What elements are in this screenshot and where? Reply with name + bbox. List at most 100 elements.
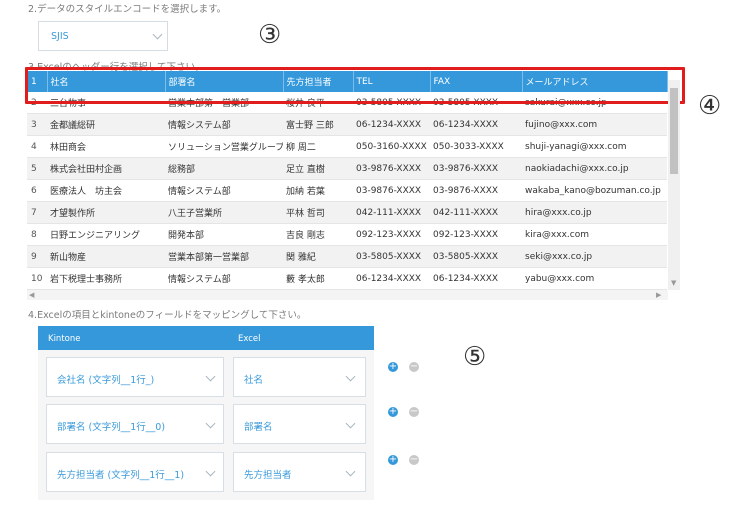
mapping-header-kintone: Kintone <box>48 334 81 344</box>
excel-field-value: 先方担当者 <box>244 470 292 481</box>
table-cell: 吉良 剛志 <box>283 223 353 246</box>
kintone-field-select[interactable]: 先方担当者 (文字列__1行__1) <box>46 452 224 492</box>
table-row[interactable]: 5 株式会社田村企画 総務部 足立 直樹 03-9876-XXXX 03-9876-XXX… <box>27 157 667 180</box>
table-cell: seki@xxx.co.jp <box>522 245 667 268</box>
row-number: 9 <box>27 245 47 268</box>
excel-preview-table: 1 社名 部署名 先方担当者 TEL FAX メールアドレス 2 三台物事 営業本部第一営業部 桜井… <box>27 71 681 303</box>
kintone-field-select[interactable]: 会社名 (文字列__1行_) <box>46 357 224 397</box>
scroll-right-arrow-icon[interactable]: ▶ <box>656 291 661 299</box>
remove-mapping-button[interactable]: − <box>409 455 419 465</box>
table-cell: 092-123-XXXX <box>430 223 522 246</box>
vertical-scrollbar-thumb[interactable] <box>670 88 678 174</box>
table-cell: fujino@xxx.com <box>522 113 667 136</box>
table-cell: 03-5805-XXXX <box>430 245 522 268</box>
table-cell: 050-3160-XXXX <box>353 135 430 158</box>
table-cell: ソリューション営業グループ <box>165 135 283 158</box>
chevron-down-icon <box>345 371 356 382</box>
table-cell: hira@xxx.co.jp <box>522 201 667 224</box>
kintone-field-value: 先方担当者 (文字列__1行__1) <box>57 470 185 481</box>
table-cell: 情報システム部 <box>165 179 283 202</box>
table-row[interactable]: 3 金都議総研 情報システム部 富士野 三郎 06-1234-XXXX 06-1234-X… <box>27 113 667 136</box>
encoding-value: SJIS <box>51 31 69 42</box>
table-cell: 医療法人 坊主会 <box>47 179 165 202</box>
row-number: 8 <box>27 223 47 246</box>
excel-field-select[interactable]: 部署名 <box>233 404 366 444</box>
table-cell: 新山物産 <box>47 245 165 268</box>
header-row-highlight <box>25 67 685 104</box>
table-row[interactable]: 7 才望製作所 八王子営業所 平林 哲司 042-111-XXXX 042-111-XXX… <box>27 201 667 224</box>
table-cell: 情報システム部 <box>165 267 283 290</box>
remove-mapping-button[interactable]: − <box>409 407 419 417</box>
table-cell: 足立 直樹 <box>283 157 353 180</box>
add-mapping-button[interactable]: + <box>388 455 398 465</box>
table-cell: kira@xxx.com <box>522 223 667 246</box>
row-number: 4 <box>27 135 47 158</box>
scroll-down-arrow-icon[interactable]: ▼ <box>671 279 676 287</box>
table-cell: 営業本部第一営業部 <box>165 245 283 268</box>
remove-mapping-button[interactable]: − <box>409 362 419 372</box>
chevron-down-icon <box>205 371 216 382</box>
mapping-header-excel: Excel <box>238 334 261 344</box>
table-cell: 才望製作所 <box>47 201 165 224</box>
table-cell: 03-9876-XXXX <box>430 179 522 202</box>
table-row[interactable]: 4 林田商会 ソリューション営業グループ柳 周二 050-3160-XXXX 050-3… <box>27 135 667 158</box>
row-number: 3 <box>27 113 47 136</box>
table-cell: shuji-yanagi@xxx.com <box>522 135 667 158</box>
table-cell: 林田商会 <box>47 135 165 158</box>
table-cell: 岩下税理士事務所 <box>47 267 165 290</box>
table-cell: 富士野 三郎 <box>283 113 353 136</box>
table-cell: 050-3033-XXXX <box>430 135 522 158</box>
table-cell: 06-1234-XXXX <box>353 113 430 136</box>
chevron-down-icon <box>345 418 356 429</box>
excel-field-value: 部署名 <box>244 422 273 433</box>
kintone-field-value: 会社名 (文字列__1行_) <box>57 375 155 386</box>
mapping-header: Kintone Excel <box>38 326 374 350</box>
horizontal-scrollbar[interactable] <box>27 290 668 300</box>
table-cell: 03-9876-XXXX <box>353 179 430 202</box>
chevron-down-icon <box>345 466 356 477</box>
table-cell: 加納 若葉 <box>283 179 353 202</box>
table-cell: 株式会社田村企画 <box>47 157 165 180</box>
row-number: 7 <box>27 201 47 224</box>
encoding-select[interactable]: SJIS <box>38 21 168 51</box>
annotation-3: ③ <box>258 20 282 50</box>
table-cell: 042-111-XXXX <box>353 201 430 224</box>
excel-field-value: 社名 <box>244 375 264 386</box>
table-row[interactable]: 8 日野エンジニアリング 開発本部 吉良 剛志 092-123-XXXX 092-123-… <box>27 223 667 246</box>
table-row[interactable]: 10 岩下税理士事務所 情報システム部藪 孝太郎 06-1234-XXXX 06-123… <box>27 267 667 290</box>
step2-label: 2.データのスタイルエンコードを選択します。 <box>28 4 227 15</box>
scroll-left-arrow-icon[interactable]: ◀ <box>29 291 34 299</box>
table-cell: 藪 孝太郎 <box>283 267 353 290</box>
table-cell: naokiadachi@xxx.co.jp <box>522 157 667 180</box>
table-cell: 092-123-XXXX <box>353 223 430 246</box>
table-cell: 開発本部 <box>165 223 283 246</box>
add-mapping-button[interactable]: + <box>388 407 398 417</box>
table-row[interactable]: 9 新山物産 営業本部第一営業部関 雅紀 03-5805-XXXX 03-5805-XX… <box>27 245 667 268</box>
table-cell: 日野エンジニアリング <box>47 223 165 246</box>
table-cell: wakaba_kano@bozuman.co.jp <box>522 179 667 202</box>
annotation-5: ⑤ <box>463 342 487 372</box>
chevron-down-icon <box>205 418 216 429</box>
chevron-down-icon <box>205 466 216 477</box>
kintone-field-select[interactable]: 部署名 (文字列__1行__0) <box>46 404 224 444</box>
table-cell: 柳 周二 <box>283 135 353 158</box>
add-mapping-button[interactable]: + <box>388 362 398 372</box>
table-cell: 関 雅紀 <box>283 245 353 268</box>
table-cell: 042-111-XXXX <box>430 201 522 224</box>
table-cell: 06-1234-XXXX <box>430 267 522 290</box>
table-cell: 06-1234-XXXX <box>353 267 430 290</box>
excel-field-select[interactable]: 先方担当者 <box>233 452 366 492</box>
table-cell: 八王子営業所 <box>165 201 283 224</box>
table-cell: 03-9876-XXXX <box>353 157 430 180</box>
table-cell: 情報システム部 <box>165 113 283 136</box>
table-cell: 平林 哲司 <box>283 201 353 224</box>
step4-label: 4.Excelの項目とkintoneのフィールドをマッピングして下さい。 <box>28 310 307 321</box>
table-cell: yabu@xxx.com <box>522 267 667 290</box>
row-number: 6 <box>27 179 47 202</box>
table-cell: 総務部 <box>165 157 283 180</box>
table-cell: 03-9876-XXXX <box>430 157 522 180</box>
table-row[interactable]: 6 医療法人 坊主会 情報システム部 加納 若葉 03-9876-XXXX 03-9876… <box>27 179 667 202</box>
chevron-down-icon <box>152 29 163 40</box>
excel-field-select[interactable]: 社名 <box>233 357 366 397</box>
row-number: 5 <box>27 157 47 180</box>
